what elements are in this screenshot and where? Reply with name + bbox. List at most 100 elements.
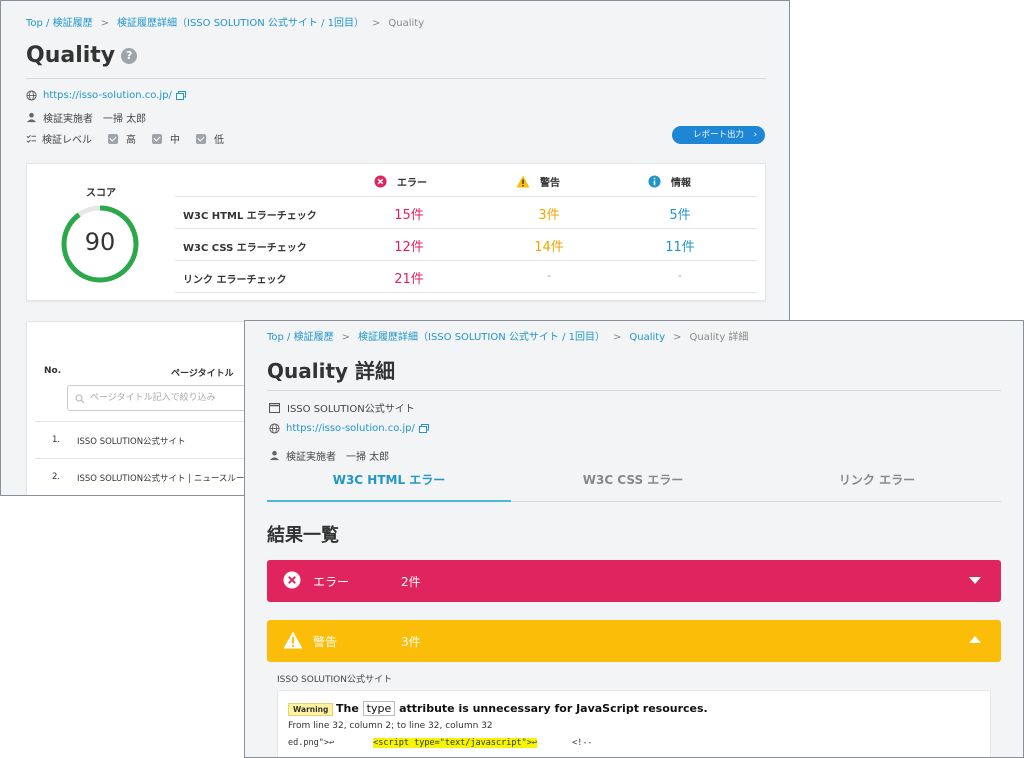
column-header-page-title: ページタイトル [171, 369, 234, 379]
help-icon[interactable]: ? [121, 48, 138, 64]
warning-accordion-count: 3件 [401, 635, 421, 649]
breadcrumb-separator: > [612, 332, 622, 343]
warning-header-label: 警告 [540, 178, 560, 189]
summary-card: スコア 90 エラー 警告 情報 W3C HTML エラーチェック 15件 3件… [26, 163, 766, 301]
page-title-filter-input[interactable]: ページタイトル記入で絞り込み [67, 385, 247, 411]
breadcrumb: Top / 検証履歴 > 検証履歴詳細（ISSO SOLUTION 公式サイト / … [26, 14, 424, 29]
css-info-count[interactable]: 11件 [650, 236, 710, 255]
column-header-no: No. [44, 366, 62, 376]
warning-location: From line 32, column 2; to line 32, colu… [288, 721, 493, 731]
page-title: Quality 詳細 [267, 359, 396, 383]
summary-row-name: W3C CSS エラーチェック [183, 243, 307, 254]
warning-item: Warning The type attribute is unnecessar… [277, 690, 991, 757]
row-divider [175, 260, 757, 261]
breadcrumb-current: Quality 詳細 [689, 332, 749, 343]
warning-message-prefix: The [336, 702, 359, 715]
css-error-count[interactable]: 12件 [379, 236, 439, 255]
warning-accordion-label: 警告 [313, 635, 338, 649]
page-row-title[interactable]: ISSO SOLUTION公式サイト | ニュースルーム | コ [77, 472, 269, 484]
inspector-row: 検証実施者 一掃 太郎 [26, 110, 146, 125]
row-divider [175, 292, 757, 293]
page-title: Quality [26, 43, 116, 68]
page-row-no: 1. [52, 435, 61, 445]
user-icon [26, 112, 37, 123]
external-link-icon[interactable] [175, 91, 186, 100]
breadcrumb: Top / 検証履歴 > 検証履歴詳細（ISSO SOLUTION 公式サイト / … [267, 328, 748, 343]
error-header: エラー [374, 174, 427, 189]
breadcrumb-top-link[interactable]: Top / 検証履歴 [267, 332, 334, 343]
error-accordion-label: エラー [313, 575, 350, 589]
html-warning-count[interactable]: 3件 [519, 204, 579, 223]
summary-row-name: リンク エラーチェック [183, 275, 287, 286]
row-divider [175, 196, 757, 197]
warning-accordion[interactable]: 警告 3件 [267, 620, 1001, 662]
search-icon [75, 394, 85, 404]
quality-detail-window: Top / 検証履歴 > 検証履歴詳細（ISSO SOLUTION 公式サイト / … [244, 320, 1024, 758]
breadcrumb-current: Quality [388, 18, 425, 29]
level-mid-label: 中 [170, 135, 180, 146]
info-header: 情報 [648, 174, 691, 189]
page-row-title[interactable]: ISSO SOLUTION公式サイト [77, 435, 186, 447]
breadcrumb-separator: > [100, 18, 109, 29]
site-row: ISSO SOLUTION公式サイト [269, 400, 415, 415]
tab-link-error[interactable]: リンク エラー [755, 471, 999, 488]
report-export-button[interactable]: レポート出力 › [672, 126, 765, 144]
score-label: スコア [86, 188, 116, 199]
level-label: 検証レベル [42, 135, 92, 146]
level-low-checkbox[interactable] [196, 133, 206, 144]
warning-icon [516, 175, 530, 188]
html-error-count[interactable]: 15件 [379, 204, 439, 223]
link-info-count: - [678, 269, 682, 282]
code-extract-highlight: <script type="text/javascript">↩ [373, 738, 537, 748]
warning-header: 警告 [516, 174, 560, 189]
user-icon [269, 450, 280, 461]
html-info-count[interactable]: 5件 [650, 204, 710, 223]
code-extract-after: <!-- [572, 738, 593, 748]
page-title-row: Quality? [26, 43, 138, 68]
globe-icon [26, 90, 37, 101]
url-row: https://isso-solution.co.jp/ [269, 423, 429, 434]
info-header-label: 情報 [671, 178, 691, 189]
chevron-down-icon [969, 577, 981, 584]
error-icon [374, 175, 387, 188]
link-warning-count: - [547, 269, 551, 282]
result-site-label: ISSO SOLUTION公式サイト [277, 675, 392, 685]
warning-message-suffix: attribute is unnecessary for JavaScript … [399, 702, 708, 715]
warning-triangle-icon [283, 631, 303, 649]
section-title: 結果一覧 [267, 525, 339, 546]
breadcrumb-separator: > [341, 332, 350, 343]
inspector-label: 検証実施者 [43, 114, 93, 125]
report-export-label: レポート出力 [693, 130, 745, 140]
breadcrumb-separator: > [371, 18, 381, 29]
tab-w3c-css-error[interactable]: W3C CSS エラー [511, 471, 755, 488]
chevron-right-icon: › [753, 130, 757, 140]
title-divider [267, 390, 1001, 391]
breadcrumb-history-link[interactable]: 検証履歴詳細（ISSO SOLUTION 公式サイト / 1回目） [358, 332, 605, 343]
row-divider [35, 458, 255, 459]
level-mid-checkbox[interactable] [152, 133, 162, 144]
error-header-label: エラー [397, 178, 427, 189]
level-high-label: 高 [126, 135, 136, 146]
breadcrumb-history-link[interactable]: 検証履歴詳細（ISSO SOLUTION 公式サイト / 1回目） [117, 18, 364, 29]
level-high-checkbox[interactable] [108, 133, 118, 144]
info-icon [648, 175, 661, 188]
site-url-link[interactable]: https://isso-solution.co.jp/ [286, 423, 415, 434]
level-row: 検証レベル 高 中 低 [26, 131, 224, 146]
code-extract-before: ed.png">↩ [288, 738, 335, 748]
breadcrumb-top-link[interactable]: Top / 検証履歴 [26, 18, 93, 29]
warning-badge: Warning [288, 703, 334, 716]
globe-icon [269, 423, 280, 434]
link-error-count[interactable]: 21件 [379, 268, 439, 287]
score-value: 90 [84, 228, 116, 256]
warning-message-code: type [362, 701, 396, 716]
tab-w3c-html-error[interactable]: W3C HTML エラー [267, 471, 511, 488]
site-url-link[interactable]: https://isso-solution.co.jp/ [43, 90, 172, 101]
error-accordion-count: 2件 [401, 575, 421, 589]
external-link-icon[interactable] [418, 424, 429, 433]
warning-code-extract: ed.png">↩ <script type="text/javascript"… [288, 738, 593, 748]
warning-message: The type attribute is unnecessary for Ja… [336, 701, 708, 716]
breadcrumb-quality-link[interactable]: Quality [629, 332, 665, 343]
filter-placeholder: ページタイトル記入で絞り込み [90, 393, 216, 403]
error-accordion[interactable]: エラー 2件 [267, 560, 1001, 602]
css-warning-count[interactable]: 14件 [519, 236, 579, 255]
